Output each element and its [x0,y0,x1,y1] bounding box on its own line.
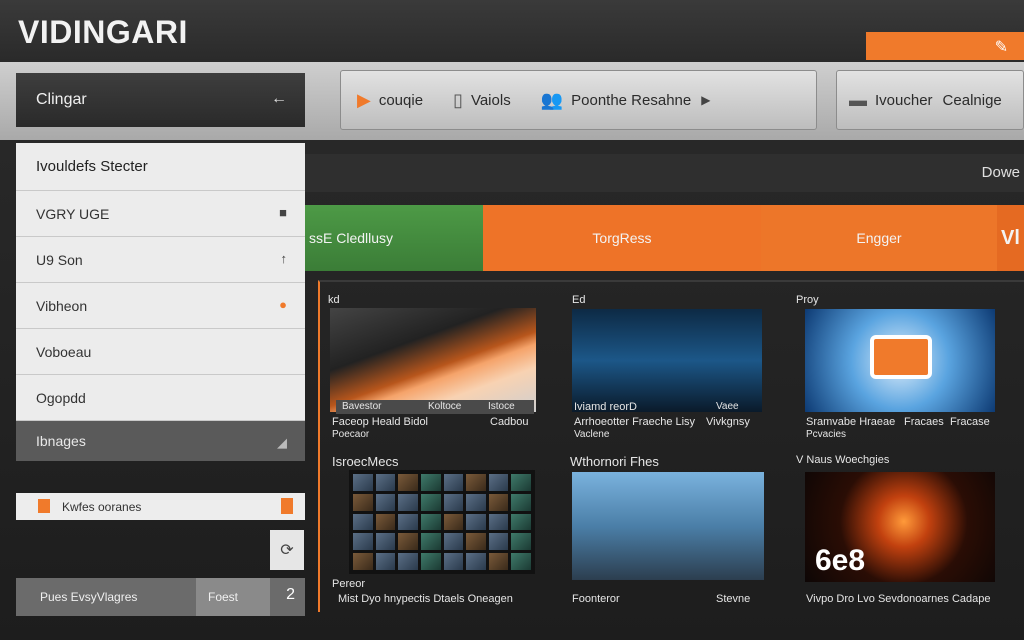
tab-3[interactable]: Engger [761,205,997,271]
card-title: Proy [796,294,819,306]
sidebar-section-title: Ivouldefs Stecter [16,143,305,191]
card-title: IsroecMecs [332,454,399,469]
main-header: Dowe [305,154,1024,192]
slash-icon: ◢ [277,435,287,450]
card-caption: Vivpo Dro Lvo Sevdonoarnes Cadape [806,593,991,605]
main-header-label[interactable]: Dowe [982,164,1020,181]
card-title: Ed [572,294,586,306]
sidebar-item-label: Voboeau [36,343,92,360]
toolbar-item-label: couqie [378,91,424,109]
bottom-bar[interactable]: Pues EvsyVlagres Foest 2 [16,578,305,616]
toolbar-group-1: ▶ couqie ▯ Vaiols 👥 Poonthe Resahne ▶ [340,70,817,130]
toolbar-item-label: Cealnige [942,91,1002,109]
sidebar-item-label: VGRY UGE [36,205,110,222]
sidebar-list: Ivouldefs Stecter VGRY UGE ■ U9 Son ↑ Vi… [16,143,305,461]
tab-label: Engger [856,230,902,246]
card-caption: Arrhoeotter Fraeche Lisy [574,416,696,428]
sidebar-footer-label: Kwfes ooranes [62,499,142,514]
tab-label: ssE Cledllusy [309,230,394,246]
sidebar-item-label: Ibnages [36,433,86,449]
bottom-bar-label: Pues EvsyVlagres [40,590,138,604]
toolbar-item-monitor[interactable]: ▬ Ivoucher [849,90,933,111]
arrow-up-icon: ↑ [280,251,288,266]
card-caption: Sramvabe Hraeae [806,416,896,428]
card-caption: Stevne [716,593,751,605]
video-thumbnail[interactable] [572,472,764,580]
card-caption: Poecaor [332,429,370,440]
users-icon: 👥 [540,89,564,110]
video-icon: ▶ [357,89,371,110]
video-thumbnail[interactable]: 6e8 [805,472,995,582]
sidebar-item[interactable]: Vibheon ● [16,283,305,329]
tab-2[interactable]: TorgRess [483,205,761,271]
video-thumbnail[interactable] [330,308,536,412]
back-arrow-icon[interactable]: ← [271,90,287,108]
card-title: Wthornori Fhes [570,454,659,469]
card-caption: Iviamd reorD [574,401,637,413]
card-caption: Fracaes [904,416,944,428]
card-caption: Vaclene [574,429,610,440]
tab-label: TorgRess [592,230,652,246]
card-caption: Cadbou [490,416,529,428]
card-caption: Fracase [950,416,990,428]
card-caption: Bavestor [342,401,382,412]
bottom-bar-number: 2 [286,586,295,603]
toolbar-item-label: Poonthe Resahne [571,91,692,109]
circle-icon: ● [279,297,287,312]
tab-label: Vl [1001,226,1020,249]
card-caption: Mist Dyo hnypectis Dtaels Oneagen [338,593,513,605]
card-caption: Vivkgnsy [706,416,750,428]
video-grid-thumbnail[interactable] [349,470,535,574]
sidebar-section-title-label: Ivouldefs Stecter [36,158,148,175]
sidebar-footer-row[interactable]: Kwfes ooranes [16,493,305,520]
refresh-button[interactable]: ⟳ [270,530,304,570]
sidebar-header: Clingar ← [16,73,305,127]
sidebar-item[interactable]: Voboeau [16,329,305,375]
toolbar-item-change[interactable]: Cealnige [943,92,1002,109]
card-caption: Pcvacies [806,429,847,440]
tab-1[interactable]: ssE Cledllusy [305,205,483,271]
tab-bar: ssE Cledllusy TorgRess Engger Vl [305,205,1024,271]
sidebar-item-label: Ogopdd [36,389,86,406]
sidebar-item-label: U9 Son [36,251,83,268]
top-action-tab[interactable]: ✎ [866,32,1024,60]
card-caption: Foonteror [572,593,620,605]
monitor-icon: ▬ [849,89,867,110]
card-caption: Faceop Heald Bidol [332,416,429,428]
card-title: kd [328,294,340,306]
sidebar-item[interactable]: Ogopdd [16,375,305,421]
sidebar-title: Clingar [36,91,87,108]
toolbar-item-phone[interactable]: ▯ Vaiols [453,90,511,111]
video-thumbnail[interactable] [805,309,995,412]
toolbar-item-label: Vaiols [470,91,511,109]
card-caption: Pereor [332,578,366,590]
sidebar-item-label: Vibheon [36,297,88,314]
card-caption: Vaee [716,401,739,412]
sidebar-item[interactable]: VGRY UGE ■ [16,191,305,237]
thumbnail-overlay-text: 6e8 [815,544,866,577]
top-bar: VIDINGARI ✎ [0,0,1024,62]
mail-icon [870,335,932,379]
toolbar-item-users[interactable]: 👥 Poonthe Resahne ▶ [541,90,711,111]
toolbar-group-2: ▬ Ivoucher Cealnige [836,70,1024,130]
card-title: V Naus Woechgies [796,454,890,466]
video-thumbnail[interactable] [572,309,762,412]
battery-icon [281,498,293,514]
edit-icon[interactable]: ✎ [995,37,1008,57]
card-caption: Koltoce [428,401,462,412]
bottom-bar-label-2: Foest [208,590,239,604]
sidebar-item-active[interactable]: Ibnages ◢ [16,421,305,461]
card-caption: Istoce [488,401,515,412]
phone-icon: ▯ [453,89,463,110]
toolbar-item-video[interactable]: ▶ couqie [357,90,423,111]
square-icon [38,499,50,513]
sidebar-item[interactable]: U9 Son ↑ [16,237,305,283]
chevron-right-icon: ▶ [701,93,711,107]
toolbar-item-label: Ivoucher [875,91,933,109]
refresh-icon: ⟳ [280,542,294,559]
square-icon: ■ [279,205,287,220]
tab-4[interactable]: Vl [997,205,1024,271]
bottom-bar-segment[interactable]: Foest [196,578,270,616]
app-logo: VIDINGARI [18,14,188,50]
